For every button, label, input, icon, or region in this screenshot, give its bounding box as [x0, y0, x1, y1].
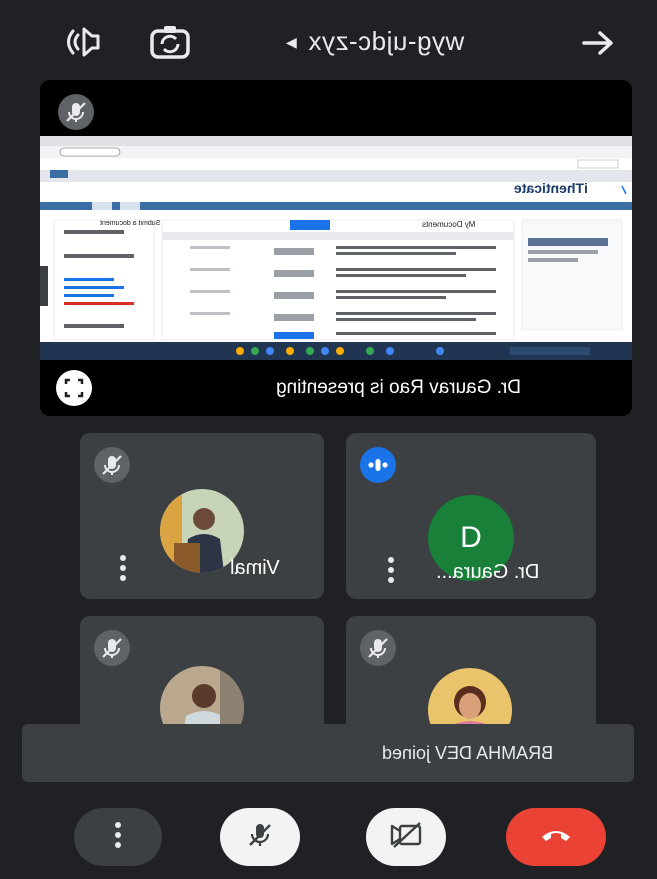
shared-screen: iThenticate My Documents Submit a docume… [40, 136, 632, 396]
more-options-icon[interactable] [118, 553, 128, 583]
presenting-label: Dr. Gaurav Rao is presenting [276, 377, 522, 398]
shared-folder-title: My Documents [422, 220, 476, 229]
camera-toggle-button[interactable] [366, 808, 446, 866]
leave-call-button[interactable] [506, 808, 606, 866]
speaking-indicator-icon [360, 447, 396, 483]
mic-off-icon [243, 818, 277, 857]
presentation-tile[interactable]: iThenticate My Documents Submit a docume… [40, 80, 632, 416]
toast-text: BRAMHA DEV joined [382, 743, 554, 763]
mic-toggle-button[interactable] [220, 808, 300, 866]
meeting-code[interactable]: wyg-ujdc-zyx [308, 26, 464, 57]
participant-name: Vimal [230, 557, 280, 579]
share-arrow-icon[interactable] [578, 26, 618, 60]
fullscreen-icon[interactable] [56, 370, 92, 406]
more-options-icon[interactable] [386, 555, 396, 585]
shared-app-title: iThenticate [514, 180, 588, 196]
switch-camera-icon[interactable] [148, 22, 192, 62]
mic-off-icon [94, 447, 130, 483]
audio-output-icon[interactable] [64, 24, 104, 60]
participant-name: Dr. Gaura... [436, 561, 540, 583]
mic-off-icon [58, 94, 94, 130]
top-bar: ◀ wyg-ujdc-zyx [0, 0, 657, 80]
presentation-bar: Dr. Gaurav Rao is presenting [40, 360, 632, 416]
chevron-icon[interactable]: ◀ [286, 34, 297, 51]
participant-tile-dr-gaurav[interactable]: D Dr. Gaura... [346, 433, 596, 599]
end-call-icon [538, 825, 574, 850]
shared-submit-label: Submit a document [100, 220, 161, 227]
join-toast: BRAMHA DEV joined [22, 724, 634, 782]
more-options-button[interactable] [74, 808, 162, 866]
mic-off-icon [94, 630, 130, 666]
more-options-icon [113, 821, 123, 854]
participant-tile-vimal[interactable]: Vimal [80, 433, 324, 599]
camera-off-icon [388, 820, 424, 855]
mic-off-icon [360, 630, 396, 666]
